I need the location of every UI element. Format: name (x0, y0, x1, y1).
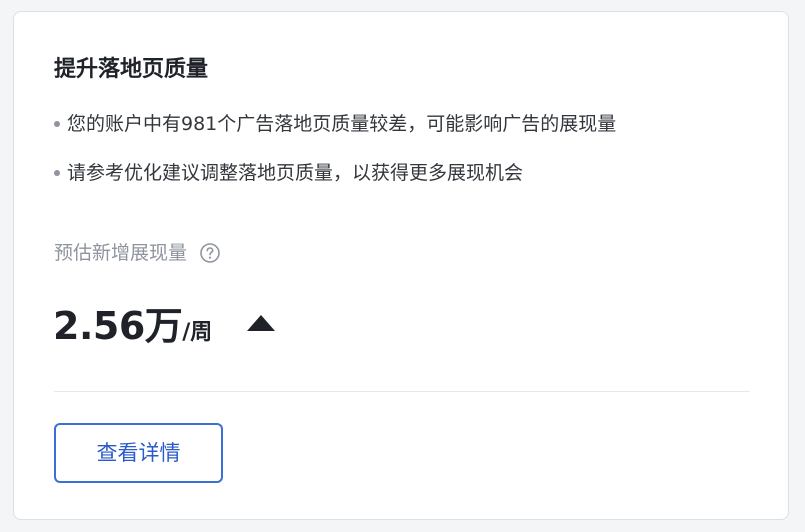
metric-value-row: 2.56万 /周 (53, 304, 212, 348)
divider (54, 391, 750, 392)
metric-label: 预估新增展现量 (54, 242, 188, 264)
triangle-up-icon (245, 312, 277, 334)
metric-label-row: 预估新增展现量 (54, 240, 221, 266)
bullet-text: 您的账户中有981个广告落地页质量较差，可能影响广告的展现量 (67, 113, 617, 135)
question-circle-icon[interactable] (199, 242, 221, 264)
view-details-button[interactable]: 查看详情 (54, 423, 223, 483)
bullet-dot (54, 170, 60, 176)
metric-unit: /周 (182, 320, 213, 345)
landing-page-quality-card: 提升落地页质量 您的账户中有981个广告落地页质量较差，可能影响广告的展现量 请… (13, 11, 789, 520)
list-item: 请参考优化建议调整落地页质量，以获得更多展现机会 (54, 160, 523, 186)
bullet-text: 请参考优化建议调整落地页质量，以获得更多展现机会 (67, 162, 524, 184)
list-item: 您的账户中有981个广告落地页质量较差，可能影响广告的展现量 (54, 111, 616, 137)
bullet-dot (54, 121, 60, 127)
card-title: 提升落地页质量 (54, 57, 209, 82)
metric-value: 2.56万 (53, 304, 183, 348)
